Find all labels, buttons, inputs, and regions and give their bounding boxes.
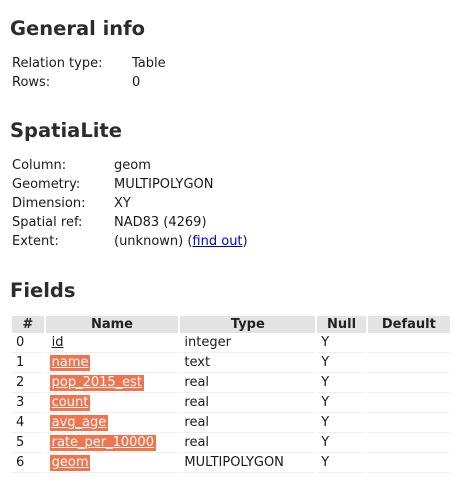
field-name-cell: pop_2015_est (45, 374, 179, 393)
field-default (367, 374, 450, 393)
geometry-value: MULTIPOLYGON (114, 177, 214, 192)
table-row: 4 avg_age real Y (12, 414, 450, 433)
field-type: real (180, 374, 316, 393)
col-header-default[interactable]: Default (367, 316, 450, 333)
col-header-null[interactable]: Null (317, 316, 366, 333)
field-type: text (180, 354, 316, 373)
col-header-name[interactable]: Name (45, 316, 179, 333)
field-null: Y (317, 394, 366, 413)
relation-type-label: Relation type: (12, 56, 103, 71)
field-default (367, 394, 450, 413)
table-row: 6 geom MULTIPOLYGON Y (12, 454, 450, 473)
field-name-cell: avg_age (45, 414, 179, 433)
col-header-type[interactable]: Type (180, 316, 316, 333)
spatialite-row-geometry: Geometry: MULTIPOLYGON (10, 175, 250, 194)
spatialite-row-spatial-ref: Spatial ref: NAD83 (4269) (10, 213, 250, 232)
general-row-relation-type: Relation type: Table (10, 54, 168, 73)
extent-suffix: ) (242, 234, 248, 249)
extent-unknown-text: (unknown) ( (114, 234, 193, 249)
field-default (367, 334, 450, 353)
rows-label: Rows: (12, 75, 51, 90)
general-info-heading: General info (10, 17, 146, 40)
field-null: Y (317, 374, 366, 393)
field-default (367, 454, 450, 473)
fields-table: # Name Type Null Default 0 id integer Y … (10, 315, 452, 474)
field-null: Y (317, 334, 366, 353)
field-type: integer (180, 334, 316, 353)
field-default (367, 434, 450, 453)
dimension-value: XY (114, 196, 131, 211)
spatialite-row-extent: Extent: (unknown) (find out) (10, 232, 250, 251)
field-number: 2 (12, 374, 44, 393)
spatialite-row-column: Column: geom (10, 156, 250, 175)
field-number: 5 (12, 434, 44, 453)
field-name-cell: name (45, 354, 179, 373)
field-null: Y (317, 354, 366, 373)
spatial-ref-label: Spatial ref: (12, 215, 83, 230)
find-out-link[interactable]: find out (192, 234, 242, 249)
field-name-link[interactable]: count (49, 395, 91, 411)
field-null: Y (317, 434, 366, 453)
table-row: 2 pop_2015_est real Y (12, 374, 450, 393)
spatialite-row-dimension: Dimension: XY (10, 194, 250, 213)
field-null: Y (317, 414, 366, 433)
field-number: 1 (12, 354, 44, 373)
field-name-link[interactable]: rate_per_10000 (49, 435, 156, 451)
general-info-table: Relation type: Table Rows: 0 (10, 54, 168, 92)
field-name-link[interactable]: pop_2015_est (49, 375, 145, 391)
table-row: 1 name text Y (12, 354, 450, 373)
relation-type-value: Table (132, 56, 166, 71)
field-name-cell: rate_per_10000 (45, 434, 179, 453)
column-value: geom (114, 158, 151, 173)
rows-value: 0 (132, 75, 141, 90)
field-default (367, 414, 450, 433)
field-name-link[interactable]: name (49, 355, 91, 371)
table-row: 0 id integer Y (12, 334, 450, 353)
field-name-cell: geom (45, 454, 179, 473)
general-row-rows: Rows: 0 (10, 73, 168, 92)
field-name-cell: count (45, 394, 179, 413)
table-row: 3 count real Y (12, 394, 450, 413)
spatial-ref-value: NAD83 (4269) (114, 215, 207, 230)
field-number: 3 (12, 394, 44, 413)
field-name-link[interactable]: geom (49, 455, 91, 471)
field-number: 4 (12, 414, 44, 433)
field-type: real (180, 394, 316, 413)
extent-label: Extent: (12, 234, 59, 249)
field-default (367, 354, 450, 373)
table-row: 5 rate_per_10000 real Y (12, 434, 450, 453)
fields-heading: Fields (10, 279, 76, 302)
field-type: MULTIPOLYGON (180, 454, 316, 473)
field-name-link[interactable]: id (50, 335, 66, 351)
fields-header-row: # Name Type Null Default (12, 316, 450, 333)
field-null: Y (317, 454, 366, 473)
field-number: 0 (12, 334, 44, 353)
field-type: real (180, 434, 316, 453)
col-header-number[interactable]: # (12, 316, 44, 333)
extent-value: (unknown) (find out) (112, 232, 250, 251)
field-name-link[interactable]: avg_age (49, 415, 109, 431)
field-name-cell: id (45, 334, 179, 353)
spatialite-heading: SpatiaLite (10, 119, 122, 142)
field-type: real (180, 414, 316, 433)
field-number: 6 (12, 454, 44, 473)
column-label: Column: (12, 158, 67, 173)
dimension-label: Dimension: (12, 196, 86, 211)
geometry-label: Geometry: (12, 177, 81, 192)
spatialite-table: Column: geom Geometry: MULTIPOLYGON Dime… (10, 156, 250, 251)
